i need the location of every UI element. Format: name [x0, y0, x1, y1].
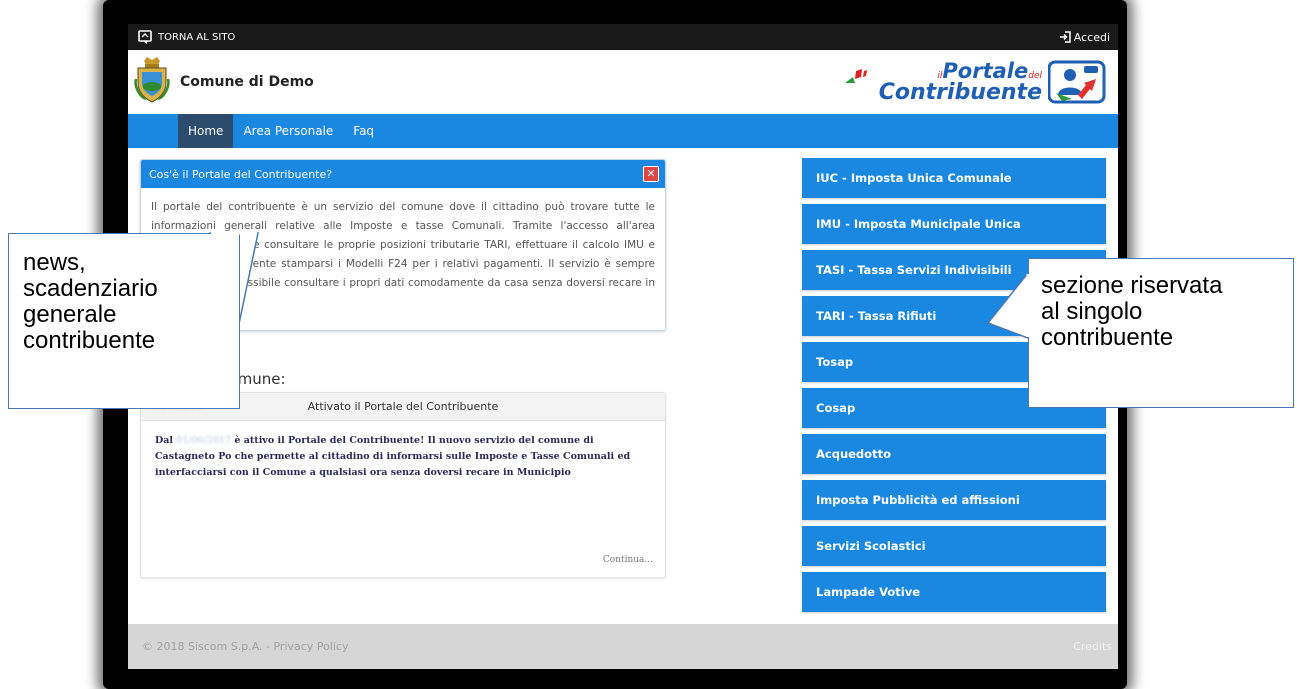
login-link[interactable]: Accedi [1059, 31, 1110, 44]
callout-right: sezione riservata al singolo contribuent… [1028, 258, 1294, 408]
login-label: Accedi [1073, 30, 1110, 44]
main-nav: Home Area Personale Faq [128, 114, 1118, 148]
menu-item-pubblicita[interactable]: Imposta Pubblicità ed affissioni [802, 480, 1106, 520]
main-content: Cos'è il Portale del Contribuente? ✕ Il … [128, 148, 1118, 612]
news-body: Dal 01/06/2017 è attivo il Portale del C… [141, 421, 665, 493]
menu-item-lampade-votive[interactable]: Lampade Votive [802, 572, 1106, 612]
portal-logo-word2: Contribuente [878, 79, 1042, 105]
portal-logo-word1: Portale [942, 58, 1029, 83]
nav-faq[interactable]: Faq [343, 114, 384, 148]
nav-area-personale[interactable]: Area Personale [233, 114, 343, 148]
callout-left-line1: news, [23, 249, 86, 276]
back-to-site-icon [138, 30, 152, 44]
news-card: 01/06/2017 Attivato il Portale del Contr… [140, 392, 666, 578]
portal-logo: ilPortaledel Contribuente [843, 59, 1106, 105]
menu-item-imu[interactable]: IMU - Imposta Municipale Unica [802, 204, 1106, 244]
callout-right-line1: sezione riservata [1041, 272, 1223, 299]
callout-left-line3: generale [23, 301, 117, 328]
top-bar: TORNA AL SITO Accedi [128, 24, 1118, 50]
portal-logo-suffix: del [1028, 70, 1042, 81]
portal-logo-people-icon [1048, 60, 1106, 104]
back-to-site-link[interactable]: TORNA AL SITO [138, 30, 235, 44]
back-to-site-label: TORNA AL SITO [158, 31, 236, 43]
callout-left-line4: contribuente [23, 327, 156, 354]
footer-copyright[interactable]: © 2018 Siscom S.p.A. - Privacy Policy [142, 640, 348, 653]
menu-item-servizi-scolastici[interactable]: Servizi Scolastici [802, 526, 1106, 566]
menu-item-iuc[interactable]: IUC - Imposta Unica Comunale [802, 158, 1106, 198]
site-header: Comune di Demo ilPortaledel Contribuente [128, 50, 1118, 114]
nav-home[interactable]: Home [178, 114, 234, 148]
news-body-prefix: Dal [155, 435, 174, 446]
info-panel-title: Cos'è il Portale del Contribuente? [149, 167, 333, 181]
coat-of-arms-icon [134, 57, 170, 107]
callout-left: news, scadenziario generale contribuente [8, 233, 240, 409]
footer-credits[interactable]: Credits [1073, 640, 1112, 653]
annotated-screenshot: TORNA AL SITO Accedi Comune di Demo ilPo… [0, 0, 1303, 689]
callout-right-line3: contribuente [1041, 324, 1174, 351]
portal-logo-text: ilPortaledel Contribuente [878, 58, 1042, 105]
info-panel-header: Cos'è il Portale del Contribuente? ✕ [141, 160, 665, 188]
login-icon [1059, 31, 1071, 43]
callout-right-line2: al singolo [1041, 298, 1143, 325]
menu-item-acquedotto[interactable]: Acquedotto [802, 434, 1106, 474]
portal-logo-flag-icon [844, 69, 867, 83]
site-footer: © 2018 Siscom S.p.A. - Privacy Policy Cr… [128, 624, 1118, 669]
callout-left-line2: scadenziario [23, 275, 158, 302]
comune-name: Comune di Demo [180, 74, 314, 90]
comune-brand[interactable]: Comune di Demo [134, 57, 314, 107]
close-icon[interactable]: ✕ [643, 166, 659, 182]
news-body-date: 01/06/2017 [176, 435, 232, 446]
portal-screen: TORNA AL SITO Accedi Comune di Demo ilPo… [128, 24, 1118, 669]
news-continue-link[interactable]: Continua... [603, 555, 653, 565]
